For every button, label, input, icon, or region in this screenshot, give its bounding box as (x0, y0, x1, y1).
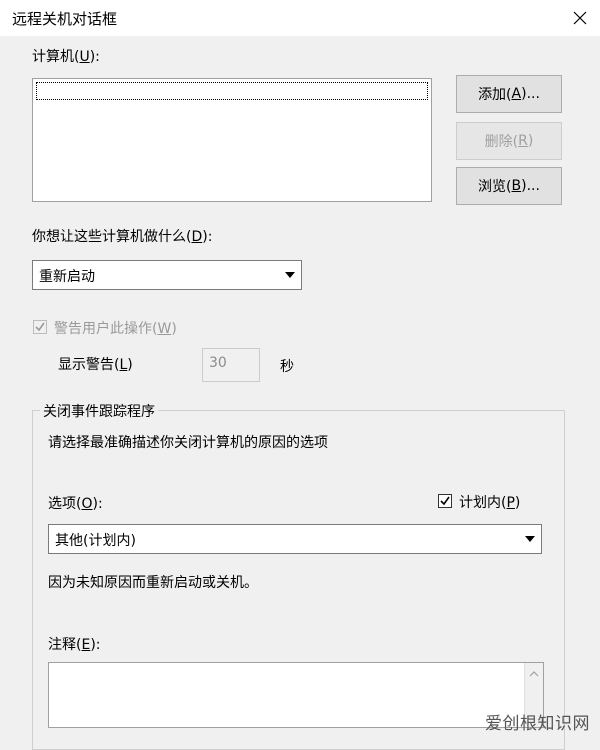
window-title: 远程关机对话框 (12, 10, 118, 28)
planned-label: 计划内(P) (459, 495, 521, 511)
computers-list[interactable] (32, 78, 432, 202)
list-focus-row[interactable] (36, 82, 428, 100)
checkmark-icon (440, 496, 450, 506)
tracker-description: 请选择最准确描述你关闭计算机的原因的选项 (48, 435, 328, 451)
option-select-value: 其他(计划内) (55, 533, 136, 549)
add-button[interactable]: 添加(A)... (456, 75, 562, 113)
action-label: 你想让这些计算机做什么(D): (32, 229, 213, 245)
option-select[interactable]: 其他(计划内) (48, 524, 542, 554)
comment-textarea[interactable] (48, 662, 544, 728)
close-button[interactable] (560, 0, 600, 36)
browse-button[interactable]: 浏览(B)... (456, 167, 562, 205)
scroll-up-icon[interactable] (525, 667, 543, 681)
remove-button[interactable]: 删除(R) (456, 122, 562, 160)
warn-checkbox[interactable] (33, 320, 47, 334)
action-select[interactable]: 重新启动 (32, 260, 302, 290)
checkmark-icon (35, 322, 45, 332)
option-label: 选项(O): (48, 496, 103, 512)
chevron-down-icon[interactable] (519, 525, 541, 553)
close-icon (573, 11, 587, 25)
watermark: 爱创根知识网 (485, 714, 590, 734)
warn-label: 警告用户此操作(W) (54, 321, 177, 337)
computers-label: 计算机(U): (32, 49, 100, 65)
seconds-input[interactable]: 30 (202, 348, 260, 382)
chevron-down-icon[interactable] (279, 261, 301, 289)
seconds-unit: 秒 (280, 359, 294, 375)
display-warning-label: 显示警告(L) (58, 357, 133, 373)
planned-checkbox[interactable] (438, 494, 452, 508)
action-select-value: 重新启动 (39, 269, 95, 285)
group-legend: 关闭事件跟踪程序 (40, 401, 158, 421)
comment-label: 注释(E): (48, 637, 101, 653)
reason-description: 因为未知原因而重新启动或关机。 (48, 575, 258, 591)
